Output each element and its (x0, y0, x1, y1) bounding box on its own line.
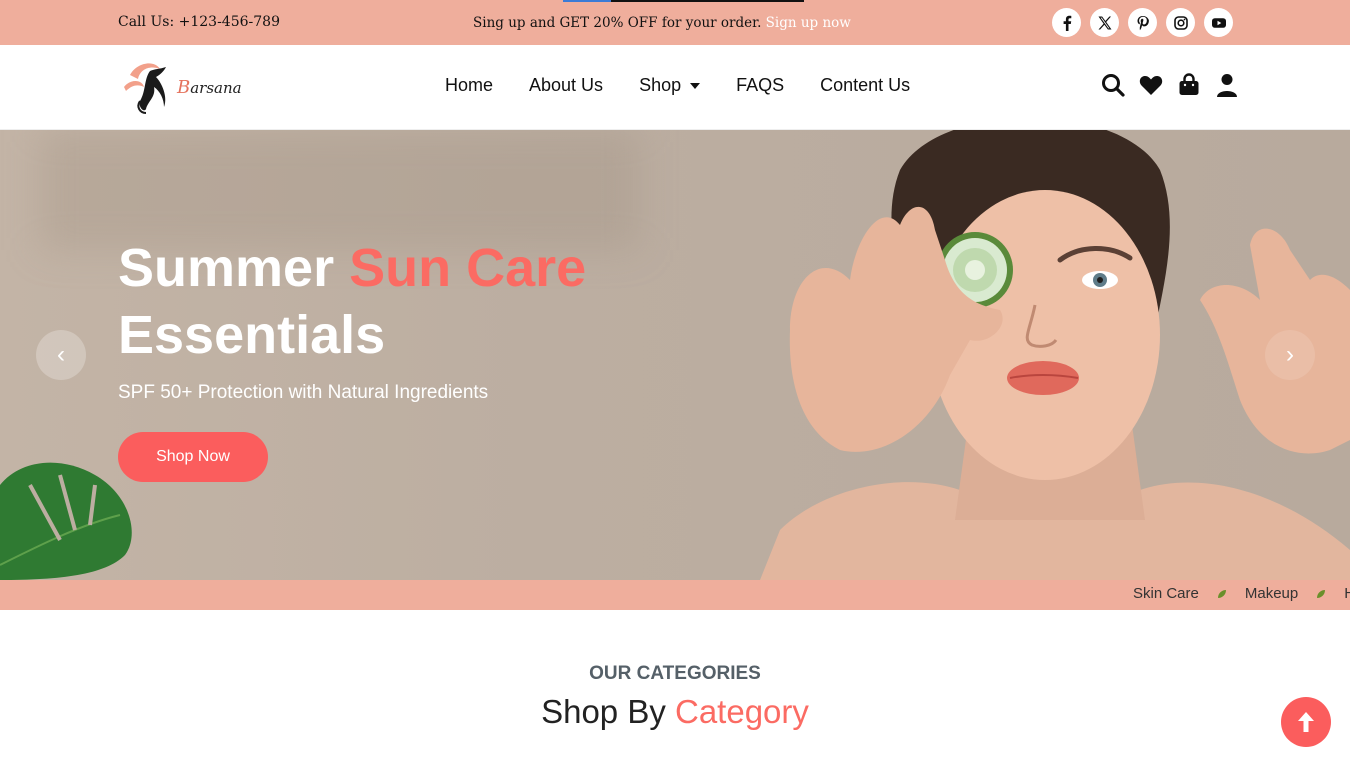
chevron-right-icon: › (1286, 341, 1294, 368)
sign-up-link[interactable]: Sign up now (766, 15, 851, 31)
monstera-leaf-image (0, 462, 132, 580)
category-marquee: Skin Care Makeup H (0, 580, 1350, 610)
arrow-up-icon (1298, 712, 1314, 732)
nav-home[interactable]: Home (445, 75, 493, 96)
header-actions (1100, 72, 1240, 98)
hero-title: Summer Sun Care Essentials (118, 238, 587, 365)
pinterest-icon[interactable] (1128, 8, 1157, 37)
main-nav: Home About Us Shop FAQS Content Us (445, 75, 946, 96)
nav-faqs[interactable]: FAQS (736, 75, 784, 96)
bag-icon[interactable] (1176, 72, 1202, 98)
top-bar: Call Us: +123-456-789 Sing up and GET 20… (0, 0, 1350, 45)
brand-logo[interactable]: Barsana (120, 57, 242, 115)
chevron-left-icon: ‹ (57, 341, 65, 368)
hero-model-image (760, 130, 1350, 580)
section-kicker: OUR CATEGORIES (589, 663, 761, 684)
main-header: Barsana Home About Us Shop FAQS Content … (0, 45, 1350, 130)
back-to-top-button[interactable] (1281, 697, 1331, 747)
marquee-item: Makeup (1244, 585, 1299, 602)
heart-icon[interactable] (1138, 72, 1164, 98)
marquee-item: Skin Care (1133, 585, 1199, 602)
chevron-down-icon (690, 82, 701, 89)
search-icon[interactable] (1100, 72, 1126, 98)
user-icon[interactable] (1214, 72, 1240, 98)
section-title: Shop By Category (541, 693, 809, 730)
x-icon[interactable] (1090, 8, 1119, 37)
logo-wordmark: Barsana (177, 77, 242, 98)
slider-next-button[interactable]: › (1265, 330, 1315, 380)
nav-about-us[interactable]: About Us (529, 75, 603, 96)
shop-now-button[interactable]: Shop Now (118, 432, 268, 482)
youtube-icon[interactable] (1204, 8, 1233, 37)
nav-content-us[interactable]: Content Us (820, 75, 910, 96)
social-links (1052, 8, 1233, 37)
call-us-text: Call Us: +123-456-789 (118, 14, 280, 30)
hero-title-accent: Sun Care (349, 238, 587, 298)
promo-text: Sing up and GET 20% OFF for your order. (473, 15, 766, 31)
marquee-item: H (1344, 585, 1350, 602)
section-title-accent: Category (675, 693, 809, 730)
promo-banner: Sing up and GET 20% OFF for your order. … (473, 15, 851, 31)
progress-strip (563, 0, 804, 2)
hero-subtitle: SPF 50+ Protection with Natural Ingredie… (118, 382, 489, 403)
hero-slider: Summer Sun Care Essentials SPF 50+ Prote… (0, 130, 1350, 580)
instagram-icon[interactable] (1166, 8, 1195, 37)
logo-mark-icon (124, 63, 166, 114)
leaf-icon (1317, 589, 1326, 598)
nav-shop[interactable]: Shop (639, 75, 701, 96)
leaf-icon (1217, 589, 1226, 598)
facebook-icon[interactable] (1052, 8, 1081, 37)
slider-prev-button[interactable]: ‹ (36, 330, 86, 380)
